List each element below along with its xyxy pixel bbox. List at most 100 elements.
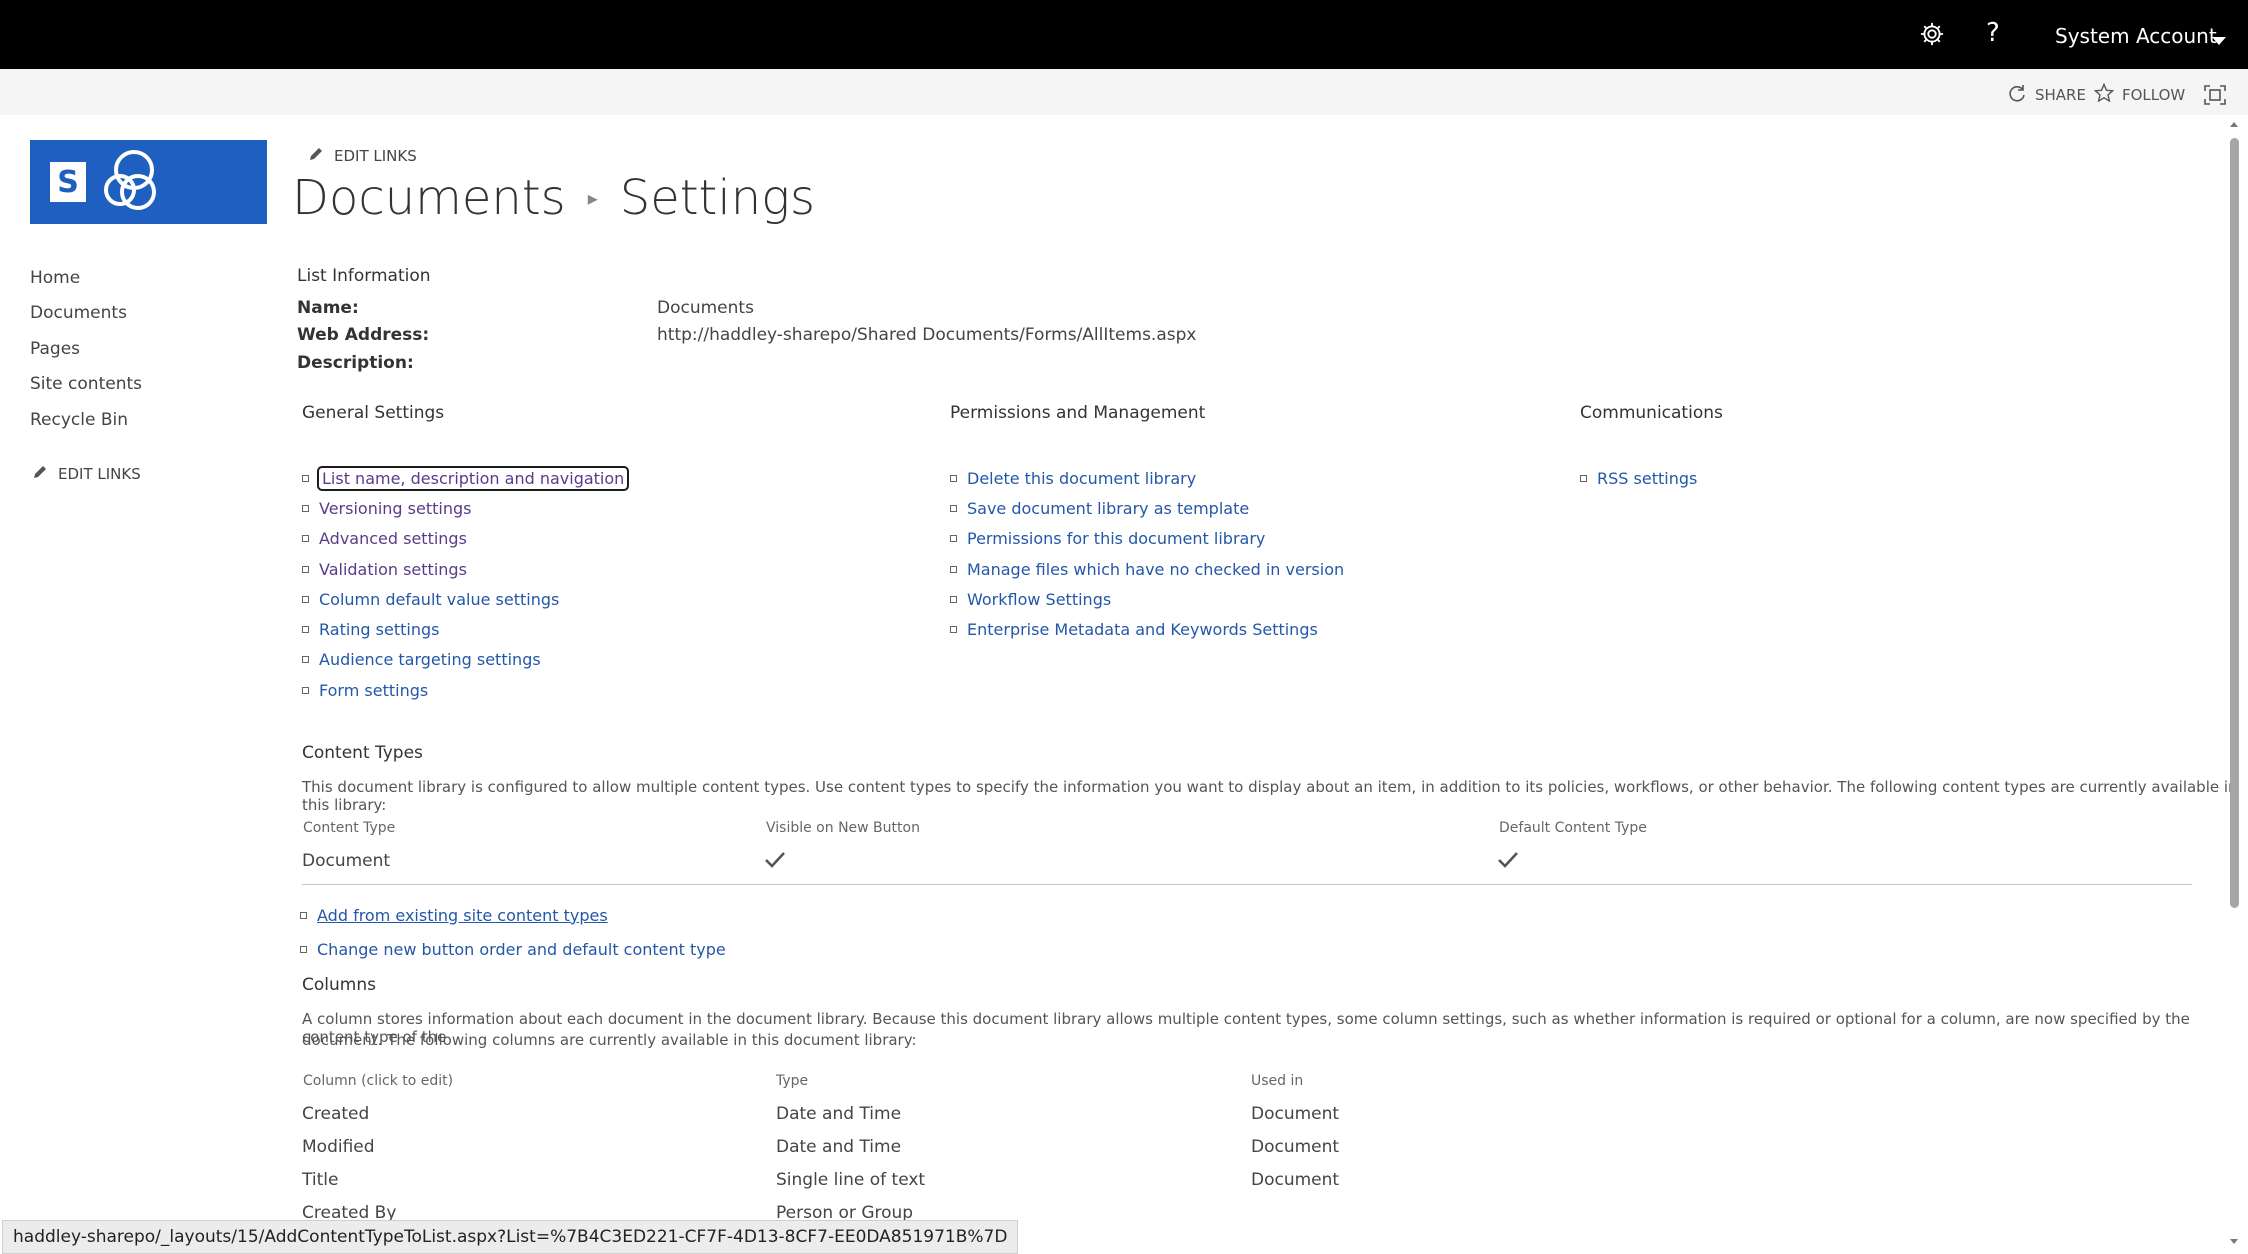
- page: ? System Account SHARE FOLLOW S Home Doc…: [0, 0, 2248, 1254]
- columns-heading: Columns: [302, 975, 376, 995]
- change-button-order-link[interactable]: Change new button order and default cont…: [317, 940, 726, 959]
- ribbon-bar: SHARE FOLLOW: [0, 69, 2248, 115]
- name-value: Documents: [657, 298, 754, 318]
- list-item: Manage files which have no checked in ve…: [950, 554, 1344, 584]
- list-item: Enterprise Metadata and Keywords Setting…: [950, 614, 1344, 644]
- column-title-type: Single line of text: [776, 1170, 926, 1190]
- share-button[interactable]: SHARE: [2007, 85, 2086, 105]
- column-modified-link[interactable]: Modified: [302, 1137, 375, 1157]
- content-type-column-header: Content Type: [303, 820, 396, 836]
- validation-settings-link[interactable]: Validation settings: [319, 560, 467, 579]
- list-info-heading: List Information: [297, 266, 431, 286]
- content-types-divider: [302, 884, 2192, 885]
- star-icon: [2093, 82, 2115, 107]
- follow-button[interactable]: FOLLOW: [2093, 82, 2186, 107]
- bullet-icon: [950, 535, 957, 543]
- follow-label: FOLLOW: [2122, 86, 2186, 104]
- column-created-link[interactable]: Created: [302, 1104, 369, 1124]
- bullet-icon: [302, 474, 309, 482]
- list-item: Add from existing site content types: [300, 898, 726, 932]
- permissions-heading: Permissions and Management: [950, 403, 1206, 423]
- nav-edit-links[interactable]: EDIT LINKS: [32, 464, 141, 484]
- checkmark-icon: [764, 849, 786, 871]
- rss-settings-link[interactable]: RSS settings: [1597, 469, 1697, 488]
- content-types-description: This document library is configured to a…: [302, 778, 2238, 814]
- scrollbar-thumb[interactable]: [2230, 138, 2239, 908]
- description-label: Description:: [297, 353, 414, 373]
- list-name-description-link[interactable]: List name, description and navigation: [316, 465, 630, 491]
- visible-column-header: Visible on New Button: [766, 820, 920, 836]
- form-settings-link[interactable]: Form settings: [319, 681, 428, 700]
- list-item: Audience targeting settings: [302, 645, 627, 675]
- bullet-icon: [302, 686, 309, 694]
- manage-checked-in-link[interactable]: Manage files which have no checked in ve…: [967, 560, 1344, 579]
- vertical-scrollbar[interactable]: [2226, 118, 2242, 1248]
- pencil-icon: [308, 146, 324, 166]
- content-type-document-link[interactable]: Document: [302, 851, 390, 871]
- focus-mode-icon[interactable]: [2204, 85, 2226, 105]
- breadcrumb-settings: Settings: [619, 170, 815, 226]
- list-item: Delete this document library: [950, 463, 1344, 493]
- communications-heading: Communications: [1580, 403, 1723, 423]
- header-edit-links[interactable]: EDIT LINKS: [308, 146, 417, 166]
- bullet-icon: [950, 626, 957, 634]
- column-default-value-link[interactable]: Column default value settings: [319, 590, 559, 609]
- scroll-up-icon[interactable]: [2226, 118, 2242, 130]
- question-icon[interactable]: ?: [1986, 18, 2000, 48]
- communications-list: RSS settings: [1580, 463, 1697, 493]
- versioning-settings-link[interactable]: Versioning settings: [319, 499, 471, 518]
- add-content-types-link[interactable]: Add from existing site content types: [317, 906, 608, 925]
- content-types-actions: Add from existing site content types Cha…: [300, 898, 726, 966]
- breadcrumb-documents[interactable]: Documents: [292, 170, 566, 226]
- list-item: Column default value settings: [302, 584, 627, 614]
- bullet-icon: [1580, 474, 1587, 482]
- column-modified-type: Date and Time: [776, 1137, 902, 1157]
- list-item: Validation settings: [302, 554, 627, 584]
- nav-item-pages[interactable]: Pages: [30, 339, 80, 359]
- general-settings-heading: General Settings: [302, 403, 445, 423]
- bullet-icon: [950, 504, 957, 512]
- scroll-down-icon[interactable]: [2226, 1236, 2242, 1248]
- bullet-icon: [300, 911, 307, 919]
- breadcrumb-separator-icon: ▸: [587, 186, 598, 210]
- bullet-icon: [302, 504, 309, 512]
- nav-item-recycle-bin[interactable]: Recycle Bin: [30, 410, 128, 430]
- audience-targeting-link[interactable]: Audience targeting settings: [319, 650, 541, 669]
- permissions-link[interactable]: Permissions for this document library: [967, 529, 1265, 548]
- column-type-header: Type: [776, 1073, 809, 1089]
- bullet-icon: [302, 656, 309, 664]
- nav-item-site-contents[interactable]: Site contents: [30, 374, 142, 394]
- suite-bar: ? System Account: [0, 0, 2248, 69]
- column-created-used: Document: [1251, 1104, 1340, 1124]
- list-item: Rating settings: [302, 614, 627, 644]
- column-title-used: Document: [1251, 1170, 1340, 1190]
- rating-settings-link[interactable]: Rating settings: [319, 620, 439, 639]
- bullet-icon: [950, 565, 957, 573]
- nav-item-home[interactable]: Home: [30, 268, 80, 288]
- nav-item-documents[interactable]: Documents: [30, 303, 127, 323]
- delete-library-link[interactable]: Delete this document library: [967, 469, 1196, 488]
- general-settings-list: List name, description and navigation Ve…: [302, 463, 630, 705]
- content-types-heading: Content Types: [302, 743, 423, 763]
- bullet-icon: [950, 595, 957, 603]
- list-item: Workflow Settings: [950, 584, 1344, 614]
- list-item: List name, description and navigation: [302, 463, 630, 493]
- account-name[interactable]: System Account: [2055, 24, 2217, 48]
- column-title-link[interactable]: Title: [302, 1170, 338, 1190]
- bullet-icon: [300, 945, 307, 953]
- sharepoint-logo[interactable]: S: [30, 140, 267, 224]
- save-as-template-link[interactable]: Save document library as template: [967, 499, 1249, 518]
- workflow-settings-link[interactable]: Workflow Settings: [967, 590, 1111, 609]
- enterprise-metadata-link[interactable]: Enterprise Metadata and Keywords Setting…: [967, 620, 1318, 639]
- advanced-settings-link[interactable]: Advanced settings: [319, 529, 467, 548]
- column-modified-used: Document: [1251, 1137, 1340, 1157]
- gear-icon[interactable]: [1918, 20, 1946, 52]
- name-label: Name:: [297, 298, 359, 318]
- page-title: Documents ▸ Settings: [292, 170, 815, 226]
- columns-description-line-2: document. The following columns are curr…: [302, 1031, 917, 1049]
- default-column-header: Default Content Type: [1499, 820, 1647, 836]
- web-address-value: http://haddley-sharepo/Shared Documents/…: [657, 325, 1197, 345]
- column-name-header: Column (click to edit): [303, 1073, 454, 1089]
- chevron-down-icon[interactable]: [2212, 31, 2226, 50]
- checkmark-icon: [1497, 849, 1519, 871]
